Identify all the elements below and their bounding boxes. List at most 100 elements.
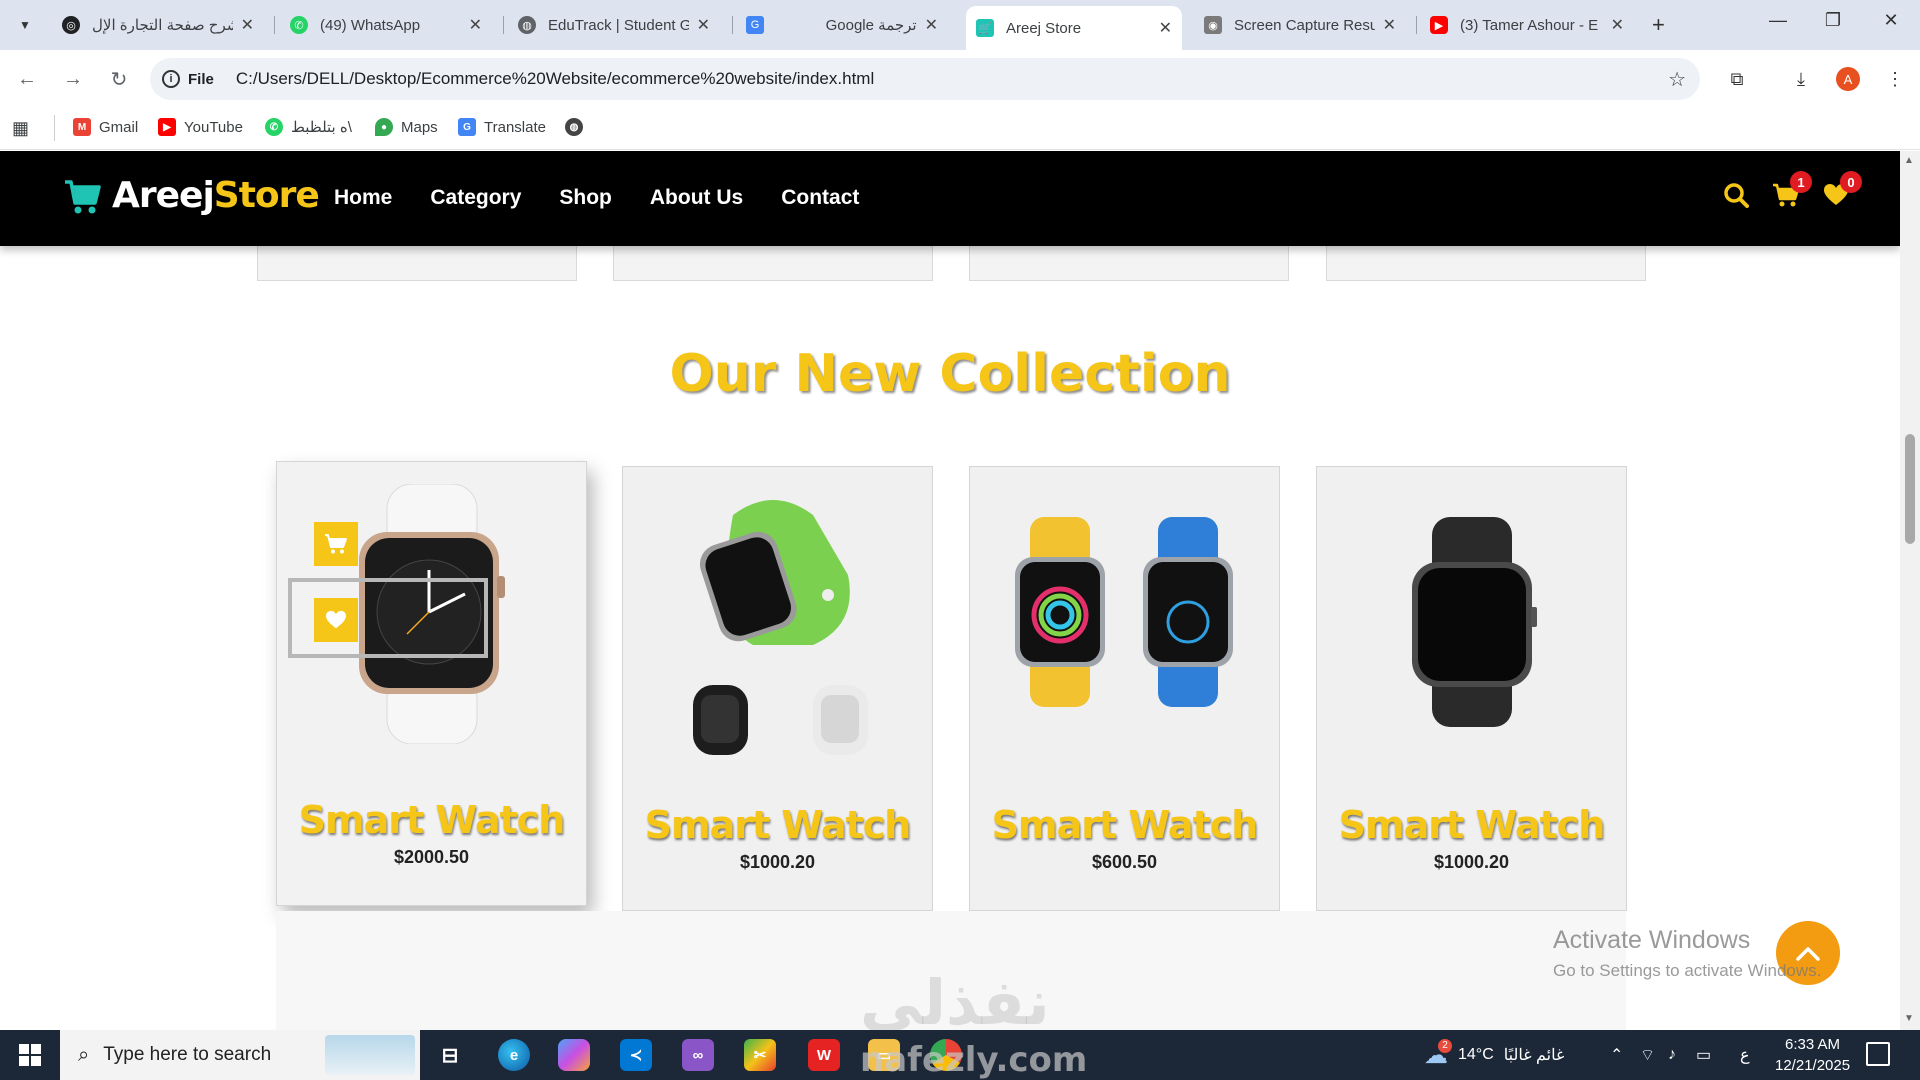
scroll-down-arrow[interactable]: ▼ <box>1904 1013 1914 1024</box>
new-tab-button[interactable]: + <box>1652 12 1665 38</box>
browser-tab[interactable]: ◎ شرح صفحة التجارة الإل ✕ <box>52 8 264 42</box>
url-scheme-chip[interactable]: File <box>188 71 214 88</box>
address-bar[interactable]: i File C:/Users/DELL/Desktop/Ecommerce%2… <box>150 58 1700 100</box>
tab-divider <box>274 16 275 34</box>
product-card[interactable]: Smart Watch $1000.20 <box>622 466 933 911</box>
add-to-cart-button[interactable] <box>314 522 358 566</box>
bookmark-maps[interactable]: ● Maps <box>375 118 438 136</box>
profile-avatar[interactable]: A <box>1836 67 1860 91</box>
clock-date: 12/21/2025 <box>1775 1057 1851 1074</box>
close-icon[interactable]: ✕ <box>1159 18 1172 38</box>
show-hidden-icons-chevron[interactable]: ⌃ <box>1610 1030 1623 1080</box>
site-header: Areej Store Home Category Shop About Us C… <box>0 151 1900 246</box>
wps-office-icon[interactable]: W <box>808 1039 840 1071</box>
minimize-button[interactable]: — <box>1763 10 1793 31</box>
browser-tab[interactable]: ▶ (3) Tamer Ashour - E ✕ <box>1420 8 1634 42</box>
task-view-icon[interactable]: ⊟ <box>434 1039 466 1071</box>
product-name: Smart Watch <box>1338 803 1606 847</box>
restore-button[interactable]: ❐ <box>1818 10 1848 31</box>
forward-button[interactable]: → <box>58 64 88 94</box>
browser-tab[interactable]: ✆ (49) WhatsApp ✕ <box>280 8 492 42</box>
copilot-icon[interactable] <box>558 1039 590 1071</box>
tab-divider <box>1416 16 1417 34</box>
taskbar-search-box[interactable]: ⌕ Type here to search <box>60 1030 420 1080</box>
bookmark-gmail[interactable]: M Gmail <box>73 118 138 136</box>
translate-icon: G <box>746 16 764 34</box>
close-icon[interactable]: ✕ <box>697 15 710 35</box>
weather-widget[interactable]: ☁ 2 14°C غائم غالبًا <box>1424 1030 1564 1080</box>
close-icon[interactable]: ✕ <box>925 15 938 35</box>
tab-title: شرح صفحة التجارة الإل <box>92 17 233 34</box>
close-icon[interactable]: ✕ <box>1611 15 1624 35</box>
input-language[interactable]: ع <box>1740 1030 1750 1080</box>
url-text[interactable]: C:/Users/DELL/Desktop/Ecommerce%20Websit… <box>236 69 874 89</box>
bookmark-star-icon[interactable]: ☆ <box>1668 67 1686 92</box>
menu-kebab-icon[interactable]: ⋮ <box>1880 64 1910 94</box>
reload-button[interactable]: ↻ <box>104 64 134 94</box>
nav-about-us[interactable]: About Us <box>650 186 743 210</box>
taskbar-clock[interactable]: 6:33 AM 12/21/2025 <box>1775 1034 1850 1076</box>
apps-grid-icon[interactable]: ▦ <box>12 118 29 139</box>
bookmark-youtube[interactable]: ▶ YouTube <box>158 118 243 136</box>
bookmark-globe[interactable]: ◍ <box>565 118 591 136</box>
site-info-icon[interactable]: i <box>162 70 180 88</box>
gmail-icon: M <box>73 118 91 136</box>
bookmark-translate[interactable]: G Translate <box>458 118 546 136</box>
clock-time: 6:33 AM <box>1785 1036 1841 1053</box>
download-icon[interactable]: ⤓ <box>1786 64 1816 94</box>
cart-icon[interactable]: 1 <box>1772 171 1812 209</box>
product-name: Smart Watch <box>644 803 912 847</box>
search-icon[interactable] <box>1722 181 1750 209</box>
close-icon[interactable]: ✕ <box>1383 15 1396 35</box>
product-image <box>1015 517 1233 707</box>
product-name: Smart Watch <box>991 803 1259 847</box>
site-watermark-latin: nafezly.com <box>860 1040 1088 1080</box>
scrollbar-thumb[interactable] <box>1905 434 1915 544</box>
weather-badge: 2 <box>1438 1038 1452 1053</box>
snipping-tool-icon[interactable]: ✂ <box>744 1039 776 1071</box>
vscode-icon[interactable]: ≺ <box>620 1039 652 1071</box>
tab-title: Areej Store <box>1006 19 1082 37</box>
heart-icon[interactable]: 0 <box>1822 171 1862 209</box>
bookmark-whatsapp[interactable]: ✆ ه بتلظبط\ <box>265 118 352 136</box>
nav-category[interactable]: Category <box>430 186 521 210</box>
product-image <box>693 500 868 755</box>
bookmarks-bar: ▦ M Gmail ▶ YouTube ✆ ه بتلظبط\ ● Maps G… <box>0 108 1920 150</box>
add-to-wishlist-button[interactable] <box>314 598 358 642</box>
close-icon[interactable]: ✕ <box>469 15 482 35</box>
site-watermark-arabic: نفذلي <box>860 966 1050 1030</box>
nav-shop[interactable]: Shop <box>559 186 612 210</box>
back-button[interactable]: ← <box>12 64 42 94</box>
nav-contact[interactable]: Contact <box>781 186 859 210</box>
extensions-icon[interactable]: ⧉ <box>1722 64 1752 94</box>
browser-tab[interactable]: ◉ Screen Capture Resu ✕ <box>1194 8 1406 42</box>
battery-icon[interactable]: ▭ <box>1696 1030 1711 1080</box>
browser-tab[interactable]: ◍ EduTrack | Student G ✕ <box>508 8 720 42</box>
tab-title: Google ترجمة <box>825 17 917 34</box>
nav-home[interactable]: Home <box>334 186 392 210</box>
wifi-icon[interactable]: ⌔ <box>1640 1030 1655 1080</box>
visual-studio-icon[interactable]: ∞ <box>682 1039 714 1071</box>
youtube-icon: ▶ <box>1430 16 1448 34</box>
product-card[interactable]: Smart Watch $600.50 <box>969 466 1280 911</box>
tab-search-button[interactable]: ▼ <box>10 10 40 40</box>
product-card[interactable]: Smart Watch $1000.20 <box>1316 466 1627 911</box>
scroll-up-arrow[interactable]: ▲ <box>1904 155 1914 166</box>
tab-title: (49) WhatsApp <box>320 16 421 34</box>
site-logo[interactable]: Areej Store <box>62 175 320 216</box>
page-scrollbar[interactable]: ▲ ▼ <box>1900 151 1920 1030</box>
windows-start-button[interactable] <box>0 1030 60 1080</box>
browser-tab-active[interactable]: 🛒 Areej Store ✕ <box>966 6 1182 50</box>
close-icon[interactable]: ✕ <box>241 15 254 35</box>
cart-count-badge: 1 <box>1790 171 1812 193</box>
logo-text-primary: Areej <box>112 175 215 216</box>
tab-divider <box>732 16 733 34</box>
browser-tab[interactable]: G Google ترجمة ✕ <box>736 8 948 42</box>
weather-temp: 14°C <box>1458 1046 1494 1063</box>
notification-center-icon[interactable] <box>1866 1042 1890 1066</box>
product-card[interactable]: Smart Watch $2000.50 <box>276 461 587 906</box>
site-nav: Home Category Shop About Us Contact <box>334 186 859 210</box>
edge-icon[interactable]: e <box>498 1039 530 1071</box>
close-window-button[interactable]: ✕ <box>1876 10 1906 31</box>
volume-icon[interactable]: ♪ <box>1668 1030 1676 1080</box>
